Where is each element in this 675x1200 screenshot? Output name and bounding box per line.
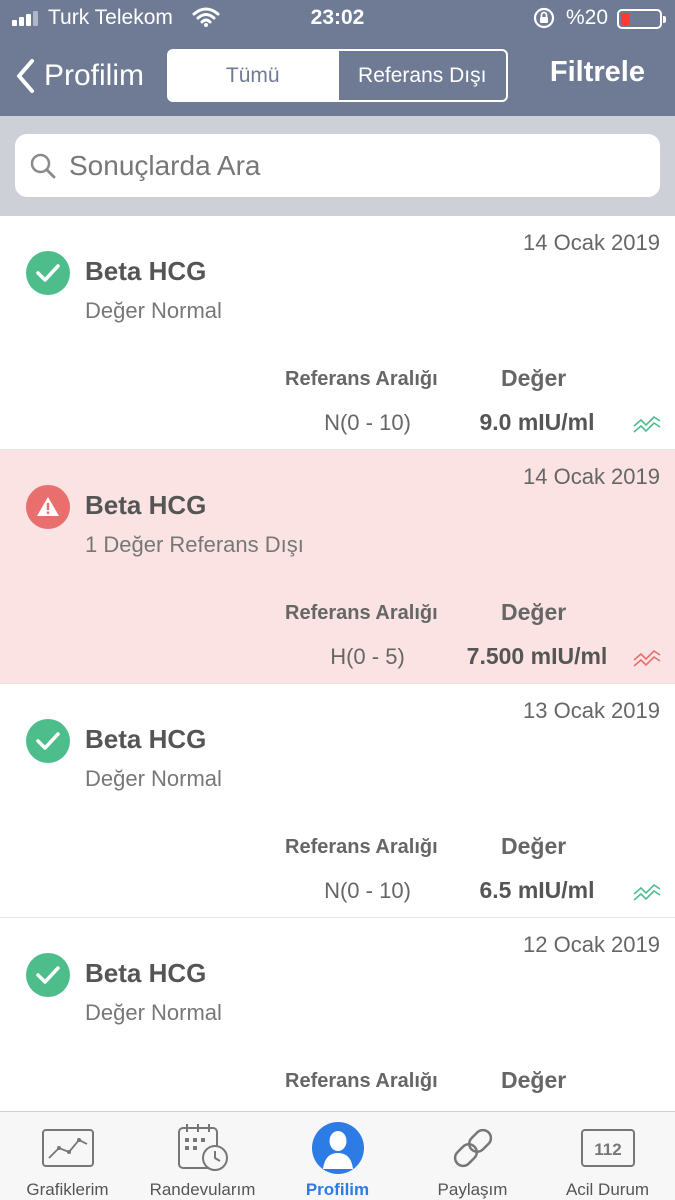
app-header: Turk Telekom 23:02 %20 Profilim Tümü Ref… (0, 0, 675, 116)
warning-icon (26, 485, 70, 529)
trend-icon[interactable] (632, 880, 662, 904)
tab-profilim[interactable]: Profilim (270, 1112, 405, 1200)
reference-range-header: Referans Aralığı (285, 1070, 438, 1092)
results-list: 14 Ocak 2019 Beta HCG Değer Normal Refer… (0, 216, 675, 1111)
reference-range-header: Referans Aralığı (285, 602, 438, 624)
value-header: Değer (501, 599, 567, 625)
check-icon (26, 251, 70, 295)
value-header: Değer (501, 833, 567, 859)
result-date: 14 Ocak 2019 (523, 230, 660, 255)
search-bar-container (0, 116, 675, 216)
value-header: Değer (501, 1067, 567, 1093)
trend-icon[interactable] (632, 646, 662, 670)
tab-label: Profilim (305, 1180, 370, 1199)
result-date: 12 Ocak 2019 (523, 932, 660, 957)
result-title: Beta HCG (85, 724, 207, 754)
battery-percent: %20 (566, 6, 609, 29)
tab-randevularim[interactable]: Randevularım (135, 1112, 270, 1200)
search-icon (30, 153, 56, 178)
reference-range-value: N(0 - 10) (324, 410, 411, 435)
check-icon (26, 953, 70, 997)
reference-range-header: Referans Aralığı (285, 836, 438, 858)
tab-label: Acil Durum (565, 1180, 650, 1199)
result-card[interactable]: 13 Ocak 2019 Beta HCG Değer Normal Refer… (0, 684, 675, 918)
segment-control: Tümü Referans Dışı (167, 49, 508, 102)
result-card[interactable]: 12 Ocak 2019 Beta HCG Değer Normal Refer… (0, 918, 675, 1111)
back-label: Profilim (44, 59, 145, 92)
result-title: Beta HCG (85, 958, 207, 988)
result-title: Beta HCG (85, 490, 207, 520)
reference-range-header: Referans Aralığı (285, 368, 438, 390)
tab-acil-durum[interactable]: 112 Acil Durum (540, 1112, 675, 1200)
person-icon (310, 1120, 366, 1176)
result-card-alert[interactable]: 14 Ocak 2019 Beta HCG 1 Değer Referans D… (0, 450, 675, 684)
back-button[interactable]: Profilim (14, 56, 144, 96)
segment-out-of-range[interactable]: Referans Dışı (336, 51, 507, 100)
value-header: Değer (501, 365, 567, 391)
result-status-text: Değer Normal (85, 298, 222, 323)
tab-label: Randevularım (149, 1180, 256, 1199)
reference-range-value: N(0 - 10) (324, 878, 411, 903)
result-date: 13 Ocak 2019 (523, 698, 660, 723)
rotation-lock-icon (533, 7, 555, 29)
result-date: 14 Ocak 2019 (523, 464, 660, 489)
tab-label: Paylaşım (437, 1180, 508, 1199)
search-box[interactable] (15, 134, 660, 197)
chart-icon (40, 1120, 96, 1176)
battery-icon (617, 9, 666, 29)
emergency-icon-text: 112 (594, 1140, 621, 1159)
result-status-text: 1 Değer Referans Dışı (85, 532, 304, 557)
chevron-left-icon (17, 59, 34, 93)
result-title: Beta HCG (85, 256, 207, 286)
reference-range-value: H(0 - 5) (330, 644, 405, 669)
filter-button[interactable]: Filtrele (550, 56, 645, 89)
emergency-112-icon: 112 (580, 1120, 636, 1176)
tab-paylasim[interactable]: Paylaşım (405, 1112, 540, 1200)
result-status-text: Değer Normal (85, 1000, 222, 1025)
tab-label: Grafiklerim (26, 1180, 109, 1199)
link-icon (445, 1120, 501, 1176)
tab-bar: Grafiklerim Randevularım Profilim Paylaş… (0, 1111, 675, 1200)
result-card[interactable]: 14 Ocak 2019 Beta HCG Değer Normal Refer… (0, 216, 675, 450)
status-bar: Turk Telekom 23:02 %20 (0, 0, 675, 38)
result-value: 7.500 mIU/ml (466, 643, 608, 669)
check-icon (26, 719, 70, 763)
result-value: 9.0 mIU/ml (479, 409, 595, 435)
tab-grafiklerim[interactable]: Grafiklerim (0, 1112, 135, 1200)
result-value: 6.5 mIU/ml (479, 877, 595, 903)
result-status-text: Değer Normal (85, 766, 222, 791)
segment-all[interactable]: Tümü (169, 51, 337, 100)
calendar-clock-icon (175, 1120, 231, 1176)
search-input[interactable] (69, 149, 629, 182)
trend-icon[interactable] (632, 412, 662, 436)
